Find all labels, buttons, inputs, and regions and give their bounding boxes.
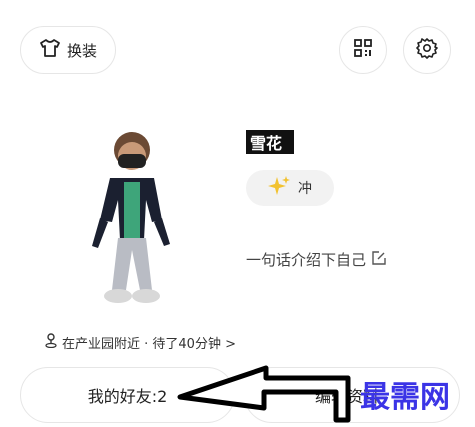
sparkle-icon [268,176,290,200]
tshirt-icon [39,38,61,62]
edit-icon [372,250,386,269]
person-pin-icon [44,332,58,352]
annotation-arrow [170,360,360,423]
outfit-button[interactable]: 换装 [20,26,116,74]
settings-button[interactable] [403,26,451,74]
username: 雪花 [246,130,294,154]
status-label: 冲 [298,181,312,197]
outfit-label: 换装 [66,41,97,60]
watermark: 最需网 [360,380,450,415]
gear-icon [416,37,438,63]
bio-placeholder: 一句话介绍下自己 [246,251,367,269]
qr-code-icon [353,38,373,62]
location-row[interactable]: 在产业园附近 · 待了40分钟 > [44,332,236,352]
location-text: 在产业园附近 · 待了40分钟 > [62,336,236,352]
status-chip[interactable]: 冲 [246,170,334,206]
avatar[interactable] [82,130,182,310]
friends-label: 我的好友:2 [87,387,168,406]
qr-code-button[interactable] [339,26,387,74]
bio-field[interactable]: 一句话介绍下自己 [246,249,386,270]
